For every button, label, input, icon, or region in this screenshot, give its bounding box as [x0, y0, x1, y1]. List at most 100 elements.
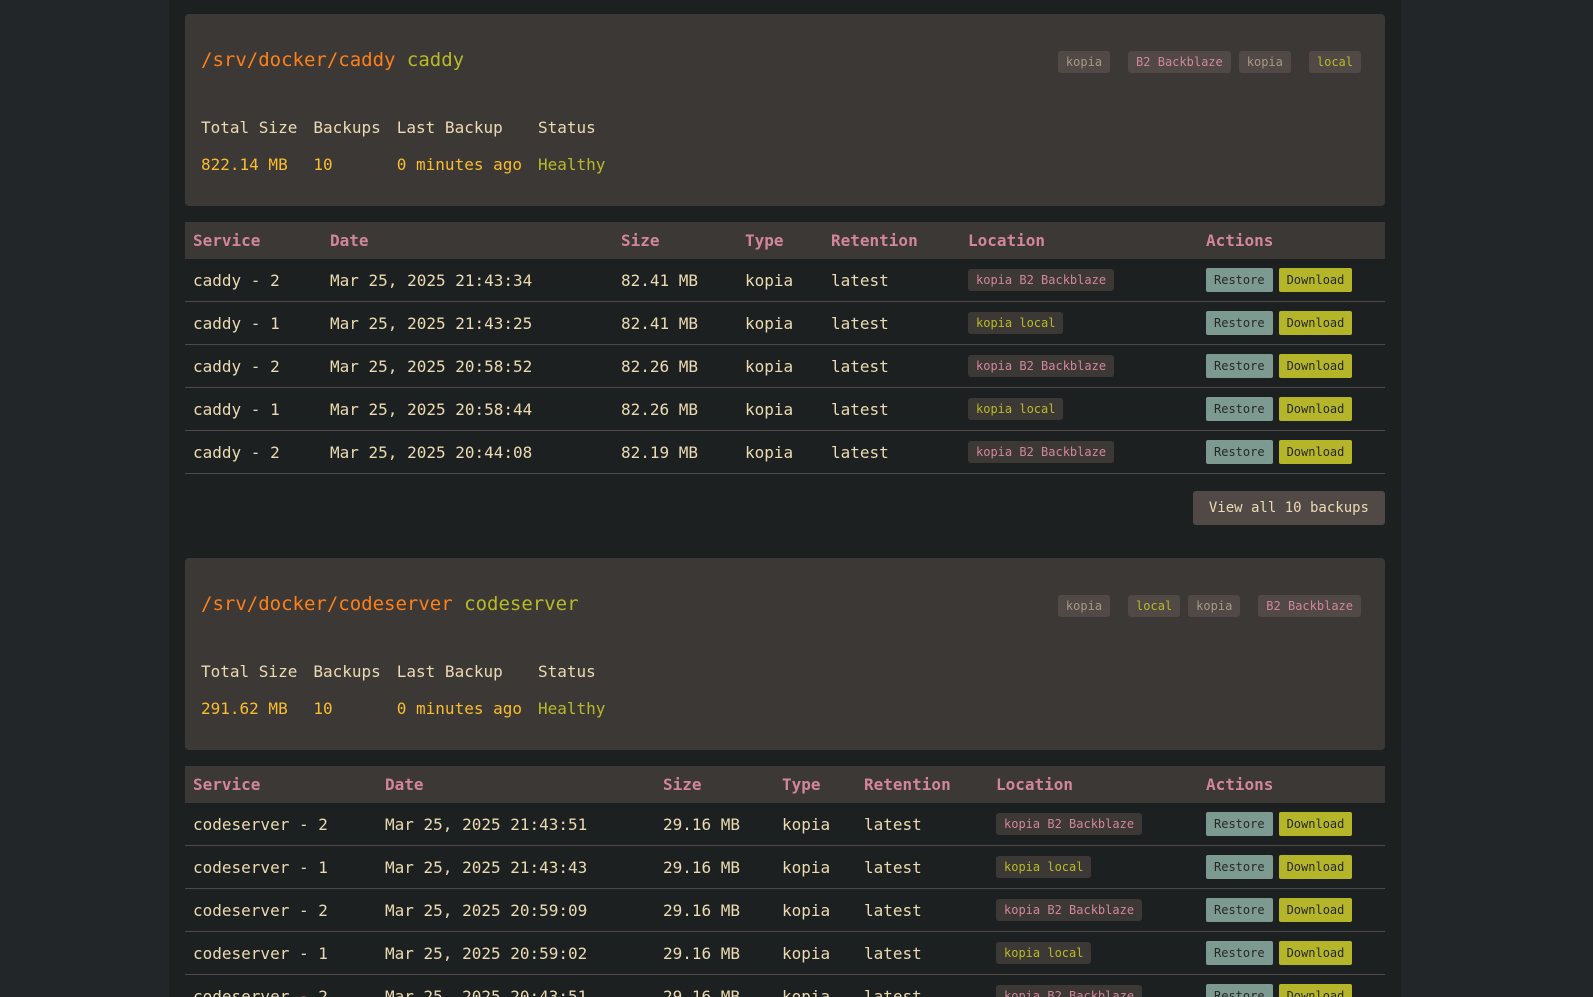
- backup-group-caddy: /srv/docker/caddy caddy kopia B2 Backbla…: [185, 14, 1385, 525]
- restore-button[interactable]: Restore: [1206, 397, 1273, 421]
- cell-service: codeserver - 1: [185, 845, 377, 889]
- badge-type: kopia: [1057, 51, 1111, 73]
- table-header-row: Service Date Size Type Retention Locatio…: [185, 766, 1385, 803]
- cell-date: Mar 25, 2025 20:44:08: [322, 430, 613, 474]
- cell-location: kopia B2 Backblaze: [988, 803, 1198, 846]
- location-chip: kopia B2 Backblaze: [968, 441, 1115, 463]
- group-path: /srv/docker/codeserver: [201, 593, 453, 615]
- download-button[interactable]: Download: [1278, 397, 1353, 421]
- stat-header: Last Backup: [396, 661, 503, 681]
- badge-list: kopia local kopia B2 Backblaze: [1057, 595, 1361, 617]
- cell-actions: Restore Download: [1198, 974, 1385, 997]
- column-header: Retention: [823, 222, 960, 259]
- restore-button[interactable]: Restore: [1206, 311, 1273, 335]
- cell-date: Mar 25, 2025 20:58:44: [322, 387, 613, 431]
- cell-size: 29.16 MB: [655, 803, 774, 846]
- cell-size: 29.16 MB: [655, 845, 774, 889]
- cell-service: caddy - 2: [185, 430, 322, 474]
- cell-location: kopia B2 Backblaze: [960, 259, 1198, 302]
- download-button[interactable]: Download: [1278, 311, 1353, 335]
- download-button[interactable]: Download: [1278, 440, 1353, 464]
- stat-header: Total Size: [201, 117, 298, 137]
- cell-service: codeserver - 2: [185, 803, 377, 846]
- stat-backups: 10: [313, 698, 333, 718]
- cell-date: Mar 25, 2025 21:43:43: [377, 845, 655, 889]
- group-path: /srv/docker/caddy: [201, 49, 396, 71]
- cell-location: kopia B2 Backblaze: [988, 888, 1198, 932]
- cell-size: 82.41 MB: [613, 301, 737, 345]
- backup-table: Service Date Size Type Retention Locatio…: [185, 222, 1385, 474]
- stat-total-size: 822.14 MB: [201, 154, 288, 174]
- cell-actions: Restore Download: [1198, 344, 1385, 388]
- cell-retention: latest: [856, 803, 988, 846]
- summary-card: /srv/docker/caddy caddy kopia B2 Backbla…: [185, 14, 1385, 206]
- stat-header: Status: [538, 117, 596, 137]
- cell-retention: latest: [823, 259, 960, 302]
- stats-table: Total Size Backups Last Backup Status 82…: [201, 116, 621, 175]
- restore-button[interactable]: Restore: [1206, 941, 1273, 965]
- restore-button[interactable]: Restore: [1206, 898, 1273, 922]
- table-row: caddy - 1 Mar 25, 2025 21:43:25 82.41 MB…: [185, 301, 1385, 345]
- cell-location: kopia local: [988, 845, 1198, 889]
- table-row: caddy - 2 Mar 25, 2025 20:58:52 82.26 MB…: [185, 344, 1385, 388]
- cell-type: kopia: [774, 845, 856, 889]
- cell-date: Mar 25, 2025 21:43:51: [377, 803, 655, 846]
- table-row: caddy - 2 Mar 25, 2025 21:43:34 82.41 MB…: [185, 259, 1385, 302]
- download-button[interactable]: Download: [1278, 354, 1353, 378]
- download-button[interactable]: Download: [1278, 855, 1353, 879]
- download-button[interactable]: Download: [1278, 268, 1353, 292]
- column-header: Location: [988, 766, 1198, 803]
- table-row: codeserver - 2 Mar 25, 2025 20:59:09 29.…: [185, 888, 1385, 932]
- cell-date: Mar 25, 2025 21:43:25: [322, 301, 613, 345]
- cell-type: kopia: [774, 803, 856, 846]
- column-header: Service: [185, 222, 322, 259]
- group-title: /srv/docker/codeserver codeserver: [201, 592, 579, 616]
- stat-header: Total Size: [201, 661, 298, 681]
- badge-type: kopia: [1057, 595, 1111, 617]
- cell-retention: latest: [856, 931, 988, 975]
- view-all-backups-button[interactable]: View all 10 backups: [1192, 491, 1385, 525]
- column-header: Actions: [1198, 766, 1385, 803]
- cell-service: caddy - 2: [185, 344, 322, 388]
- restore-button[interactable]: Restore: [1206, 812, 1273, 836]
- download-button[interactable]: Download: [1278, 941, 1353, 965]
- column-header: Type: [774, 766, 856, 803]
- cell-actions: Restore Download: [1198, 387, 1385, 431]
- location-chip: kopia local: [968, 398, 1064, 420]
- cell-location: kopia local: [988, 931, 1198, 975]
- cell-size: 82.26 MB: [613, 387, 737, 431]
- restore-button[interactable]: Restore: [1206, 984, 1273, 997]
- stat-header: Backups: [313, 117, 381, 137]
- group-name: caddy: [406, 49, 465, 71]
- backup-dashboard: /srv/docker/caddy caddy kopia B2 Backbla…: [169, 0, 1401, 997]
- location-chip: kopia B2 Backblaze: [996, 813, 1143, 835]
- cell-service: caddy - 2: [185, 259, 322, 302]
- badge-location: B2 Backblaze: [1128, 51, 1231, 73]
- restore-button[interactable]: Restore: [1206, 354, 1273, 378]
- download-button[interactable]: Download: [1278, 984, 1353, 997]
- cell-location: kopia B2 Backblaze: [988, 974, 1198, 997]
- cell-size: 82.41 MB: [613, 259, 737, 302]
- stat-backups: 10: [313, 154, 333, 174]
- cell-type: kopia: [774, 974, 856, 997]
- badge-location: local: [1128, 595, 1181, 617]
- column-header: Size: [613, 222, 737, 259]
- cell-location: kopia local: [960, 301, 1198, 345]
- cell-actions: Restore Download: [1198, 301, 1385, 345]
- stats-table: Total Size Backups Last Backup Status 29…: [201, 660, 621, 719]
- cell-service: codeserver - 1: [185, 931, 377, 975]
- cell-date: Mar 25, 2025 21:43:34: [322, 259, 613, 302]
- group-title: /srv/docker/caddy caddy: [201, 48, 464, 72]
- restore-button[interactable]: Restore: [1206, 268, 1273, 292]
- download-button[interactable]: Download: [1278, 812, 1353, 836]
- download-button[interactable]: Download: [1278, 898, 1353, 922]
- cell-type: kopia: [774, 931, 856, 975]
- restore-button[interactable]: Restore: [1206, 440, 1273, 464]
- restore-button[interactable]: Restore: [1206, 855, 1273, 879]
- column-header: Size: [655, 766, 774, 803]
- cell-size: 82.26 MB: [613, 344, 737, 388]
- location-chip: kopia B2 Backblaze: [996, 899, 1143, 921]
- table-header-row: Service Date Size Type Retention Locatio…: [185, 222, 1385, 259]
- cell-service: codeserver - 2: [185, 974, 377, 997]
- cell-location: kopia B2 Backblaze: [960, 344, 1198, 388]
